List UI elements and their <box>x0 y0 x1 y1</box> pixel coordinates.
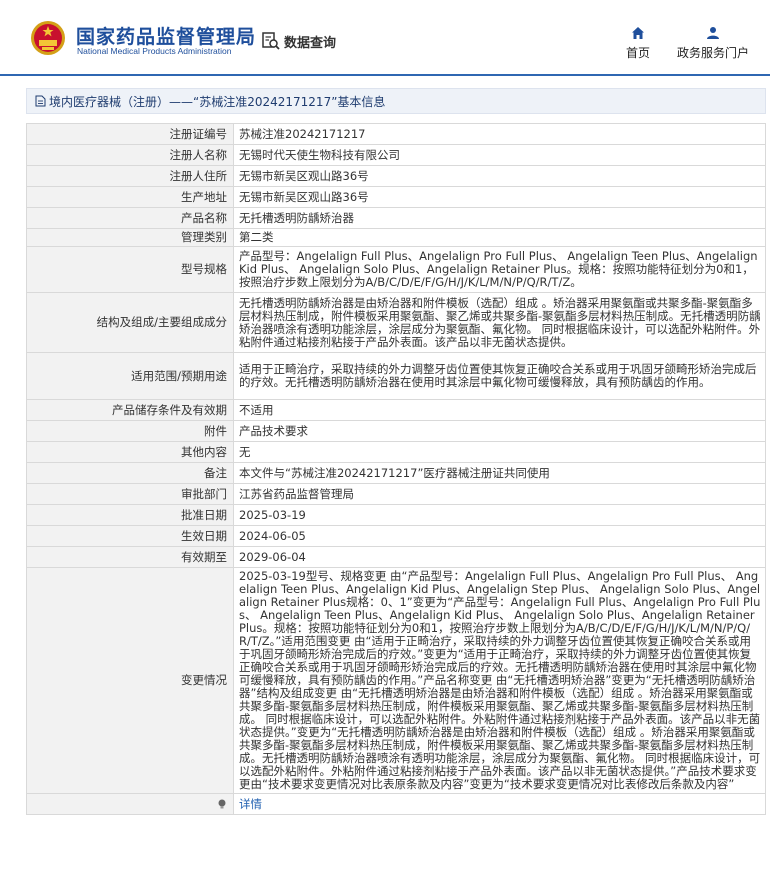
row-label: 其他内容 <box>26 441 234 463</box>
table-row: 详情 <box>26 793 766 815</box>
row-label: 结构及组成/主要组成成分 <box>26 292 234 353</box>
table-row: 变更情况 2025-03-19型号、规格变更 由“产品型号：Angelalign … <box>26 567 766 794</box>
table-row: 附件 产品技术要求 <box>26 420 766 442</box>
user-icon <box>707 27 719 39</box>
row-value: 2025-03-19型号、规格变更 由“产品型号：Angelalign Full… <box>233 567 766 794</box>
home-icon <box>632 27 644 39</box>
row-label: 生效日期 <box>26 525 234 547</box>
table-row: 管理类别 第二类 <box>26 228 766 247</box>
table-row: 批准日期 2025-03-19 <box>26 504 766 526</box>
row-value: 江苏省药品监督管理局 <box>233 483 766 505</box>
row-value: 第二类 <box>233 228 766 247</box>
table-row: 生产地址 无锡市新吴区观山路36号 <box>26 186 766 208</box>
row-value: 2025-03-19 <box>233 504 766 526</box>
row-value: 无托槽透明防龋矫治器 <box>233 207 766 229</box>
row-label: 变更情况 <box>26 567 234 794</box>
row-label: 附件 <box>26 420 234 442</box>
registration-info-table: 注册证编号 苏械注准20242171217 注册人名称 无锡时代天使生物科技有限公司… <box>26 123 766 815</box>
row-value: 2029-06-04 <box>233 546 766 568</box>
data-query-label: 数据查询 <box>284 35 337 51</box>
row-label: 注册人住所 <box>26 165 234 187</box>
row-value: 苏械注准20242171217 <box>233 123 766 145</box>
row-label: 生产地址 <box>26 186 234 208</box>
detail-link[interactable]: 详情 <box>239 797 262 811</box>
table-row: 有效期至 2029-06-04 <box>26 546 766 568</box>
breadcrumb-text: 境内医疗器械（注册）——“苏械注准20242171217”基本信息 <box>49 94 386 109</box>
row-label: 备注 <box>26 462 234 484</box>
breadcrumb: 境内医疗器械（注册）——“苏械注准20242171217”基本信息 <box>26 88 766 114</box>
row-value: 2024-06-05 <box>233 525 766 547</box>
nav-home[interactable]: 首页 <box>620 26 656 61</box>
nav-portal-label: 政务服务门户 <box>676 46 749 60</box>
nav-home-label: 首页 <box>625 46 650 60</box>
table-row: 生效日期 2024-06-05 <box>26 525 766 547</box>
row-value: 无锡市新吴区观山路36号 <box>233 165 766 187</box>
site-header: 国家药品监督管理局 National Medical Products Admi… <box>0 0 770 76</box>
document-search-icon <box>262 32 280 50</box>
table-row: 备注 本文件与“苏械注准20242171217”医疗器械注册证共同使用 <box>26 462 766 484</box>
table-row: 产品名称 无托槽透明防龋矫治器 <box>26 207 766 229</box>
row-value: 适用于正畸治疗，采取持续的外力调整牙齿位置使其恢复正确咬合关系或用于巩固牙颌畸形… <box>233 352 766 400</box>
row-label: 审批部门 <box>26 483 234 505</box>
row-label: 产品名称 <box>26 207 234 229</box>
row-label: 管理类别 <box>26 228 234 247</box>
row-value: 无锡时代天使生物科技有限公司 <box>233 144 766 166</box>
row-label: 有效期至 <box>26 546 234 568</box>
row-value: 产品型号：Angelalign Full Plus、Angelalign Pro… <box>233 246 766 293</box>
row-label: 型号规格 <box>26 246 234 293</box>
document-icon <box>35 95 46 107</box>
national-emblem-icon <box>31 21 65 55</box>
table-row: 适用范围/预期用途 适用于正畸治疗，采取持续的外力调整牙齿位置使其恢复正确咬合关系… <box>26 352 766 400</box>
row-value: 无托槽透明防龋矫治器是由矫治器和附件模板（选配）组成 。矫治器采用聚氨酯或共聚多… <box>233 292 766 353</box>
table-row: 型号规格 产品型号：Angelalign Full Plus、Angelalign… <box>26 246 766 293</box>
row-label: 产品储存条件及有效期 <box>26 399 234 421</box>
row-label: 注册证编号 <box>26 123 234 145</box>
detail-label-cell <box>26 793 234 815</box>
nav-service-portal[interactable]: 政务服务门户 <box>675 26 751 61</box>
row-label: 适用范围/预期用途 <box>26 352 234 400</box>
site-title-en: National Medical Products Administration <box>77 46 232 56</box>
table-row: 产品储存条件及有效期 不适用 <box>26 399 766 421</box>
table-row: 其他内容无 <box>26 441 766 463</box>
table-row: 注册人住所 无锡市新吴区观山路36号 <box>26 165 766 187</box>
row-value: 本文件与“苏械注准20242171217”医疗器械注册证共同使用 <box>233 462 766 484</box>
table-row: 注册人名称 无锡时代天使生物科技有限公司 <box>26 144 766 166</box>
table-row: 审批部门 江苏省药品监督管理局 <box>26 483 766 505</box>
row-value: 产品技术要求 <box>233 420 766 442</box>
row-label: 批准日期 <box>26 504 234 526</box>
row-value: 不适用 <box>233 399 766 421</box>
row-value: 无锡市新吴区观山路36号 <box>233 186 766 208</box>
site-title[interactable]: 国家药品监督管理局 <box>76 22 256 49</box>
table-row: 注册证编号 苏械注准20242171217 <box>26 123 766 145</box>
data-query-link[interactable]: 数据查询 <box>261 31 336 51</box>
table-row: 结构及组成/主要组成成分 无托槽透明防龋矫治器是由矫治器和附件模板（选配）组成 。… <box>26 292 766 353</box>
row-label: 注册人名称 <box>26 144 234 166</box>
row-value: 无 <box>233 441 766 463</box>
bulb-icon <box>218 799 226 808</box>
